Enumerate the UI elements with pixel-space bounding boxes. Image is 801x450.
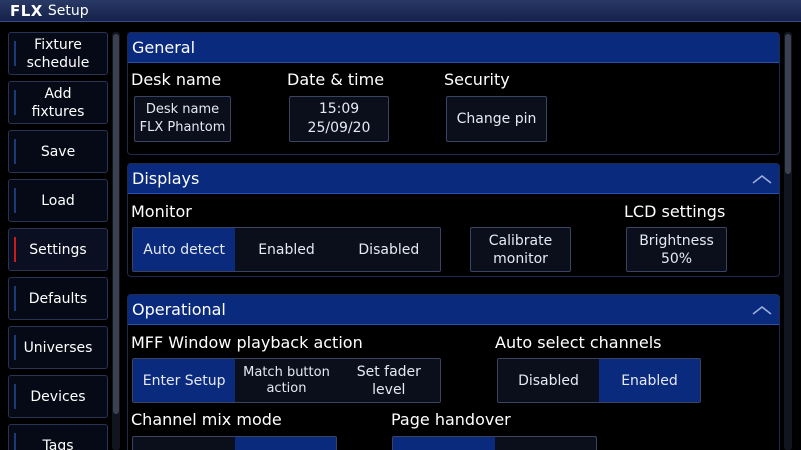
calibrate-line1: Calibrate [488,232,553,249]
desk-name-button[interactable]: Desk name FLX Phantom [134,96,231,142]
calibrate-monitor-button[interactable]: Calibrate monitor [470,227,571,272]
flx-logo: FLX [10,1,43,20]
sidebar-item-marker [14,90,16,115]
main-scrollbar[interactable] [784,32,792,450]
sidebar-item-marker [14,237,16,262]
sidebar-item-label: Save [40,143,76,160]
auto-select-option-label: Enabled [621,372,678,389]
sidebar: Fixture schedule Add fixtures Save Load … [4,30,110,450]
desk-name-button-title: Desk name [145,102,220,117]
datetime-button[interactable]: 15:09 25/09/20 [289,96,389,142]
sidebar-item-label: Defaults [28,290,88,307]
mff-action-selector: Enter Setup Match button action Set fade… [132,358,441,403]
window-title: Setup [47,2,89,19]
displays-panel-title: Displays [132,169,200,188]
sidebar-item-label: Load [41,192,75,209]
auto-select-option-enabled[interactable]: Enabled [599,359,700,402]
monitor-option-label: Disabled [358,241,420,258]
desk-name-label: Desk name [131,70,222,89]
chevron-up-icon[interactable] [749,172,775,186]
page-handover-option-1[interactable] [393,437,495,450]
mff-option-label: Enter Setup [142,372,226,389]
displays-panel: Displays Monitor Auto detect Enabled Dis… [127,163,780,277]
sidebar-item-label: Tags [42,437,74,450]
change-pin-button[interactable]: Change pin [446,96,547,142]
page-handover-option-2[interactable] [495,437,597,450]
desk-name-value: FLX Phantom [139,120,226,135]
sidebar-item-marker [14,335,16,360]
sidebar-item-marker [14,188,16,213]
sidebar-item-marker [14,286,16,311]
sidebar-item-add-fixtures[interactable]: Add fixtures [8,81,108,124]
brightness-button[interactable]: Brightness 50% [626,227,727,272]
page-handover-label: Page handover [391,410,511,429]
channel-mix-selector [132,436,337,450]
title-bar: FLX Setup [0,0,801,22]
sidebar-item-load[interactable]: Load [8,179,108,222]
sidebar-item-marker [14,384,16,409]
security-label: Security [444,70,510,89]
auto-select-option-label: Disabled [518,372,579,389]
operational-panel: Operational MFF Window playback action E… [127,294,780,450]
sidebar-item-save[interactable]: Save [8,130,108,173]
monitor-option-enabled[interactable]: Enabled [235,228,337,271]
sidebar-item-label: Settings [29,241,87,258]
sidebar-item-label: Add fixtures [31,85,85,120]
sidebar-item-label: Fixture schedule [26,36,90,71]
main-scroll-thumb[interactable] [785,34,791,174]
brightness-label: Brightness [639,232,714,249]
sidebar-item-devices[interactable]: Devices [8,375,108,418]
lcd-settings-label: LCD settings [624,202,726,221]
operational-panel-title: Operational [132,300,226,319]
datetime-label: Date & time [287,70,385,89]
operational-panel-header[interactable]: Operational [128,295,779,325]
displays-panel-header[interactable]: Displays [128,164,779,194]
page-handover-selector [392,436,597,450]
sidebar-item-label: Universes [23,339,93,356]
time-value: 15:09 [318,101,360,117]
chevron-up-icon[interactable] [749,303,775,317]
monitor-mode-selector: Auto detect Enabled Disabled [132,227,441,272]
calibrate-line2: monitor [493,250,548,267]
auto-select-selector: Disabled Enabled [497,358,701,403]
brightness-value: 50% [660,250,693,267]
mff-option-set-fader[interactable]: Set fader level [338,359,440,402]
monitor-option-disabled[interactable]: Disabled [338,228,440,271]
general-panel: General Desk name Desk name FLX Phantom … [127,32,780,155]
general-panel-header: General [128,33,779,63]
sidebar-item-defaults[interactable]: Defaults [8,277,108,320]
sidebar-item-marker [14,139,16,164]
sidebar-item-settings[interactable]: Settings [8,228,108,271]
sidebar-item-label: Devices [30,388,86,405]
sidebar-item-fixture-schedule[interactable]: Fixture schedule [8,32,108,75]
channel-mix-option-2[interactable] [234,437,336,450]
mff-option-match-button[interactable]: Match button action [235,359,337,402]
mff-option-enter-setup[interactable]: Enter Setup [133,359,236,402]
auto-select-option-disabled[interactable]: Disabled [498,359,599,402]
date-value: 25/09/20 [307,120,371,136]
channel-mix-option-1[interactable] [133,437,235,450]
sidebar-scrollbar[interactable] [112,32,120,450]
monitor-option-label: Enabled [258,241,315,258]
monitor-label: Monitor [131,202,192,221]
general-panel-title: General [132,38,196,57]
sidebar-scroll-thumb[interactable] [113,34,119,414]
mff-window-label: MFF Window playback action [131,333,363,352]
sidebar-item-marker [14,433,16,450]
mff-option-label: Set fader level [356,363,421,398]
sidebar-item-marker [14,41,16,66]
monitor-option-auto-detect[interactable]: Auto detect [133,228,236,271]
sidebar-item-universes[interactable]: Universes [8,326,108,369]
change-pin-label: Change pin [456,111,537,127]
sidebar-item-tags[interactable]: Tags [8,424,108,450]
mff-option-label: Match button action [243,364,330,396]
auto-select-label: Auto select channels [495,333,662,352]
channel-mix-label: Channel mix mode [131,410,282,429]
monitor-option-label: Auto detect [143,241,226,258]
